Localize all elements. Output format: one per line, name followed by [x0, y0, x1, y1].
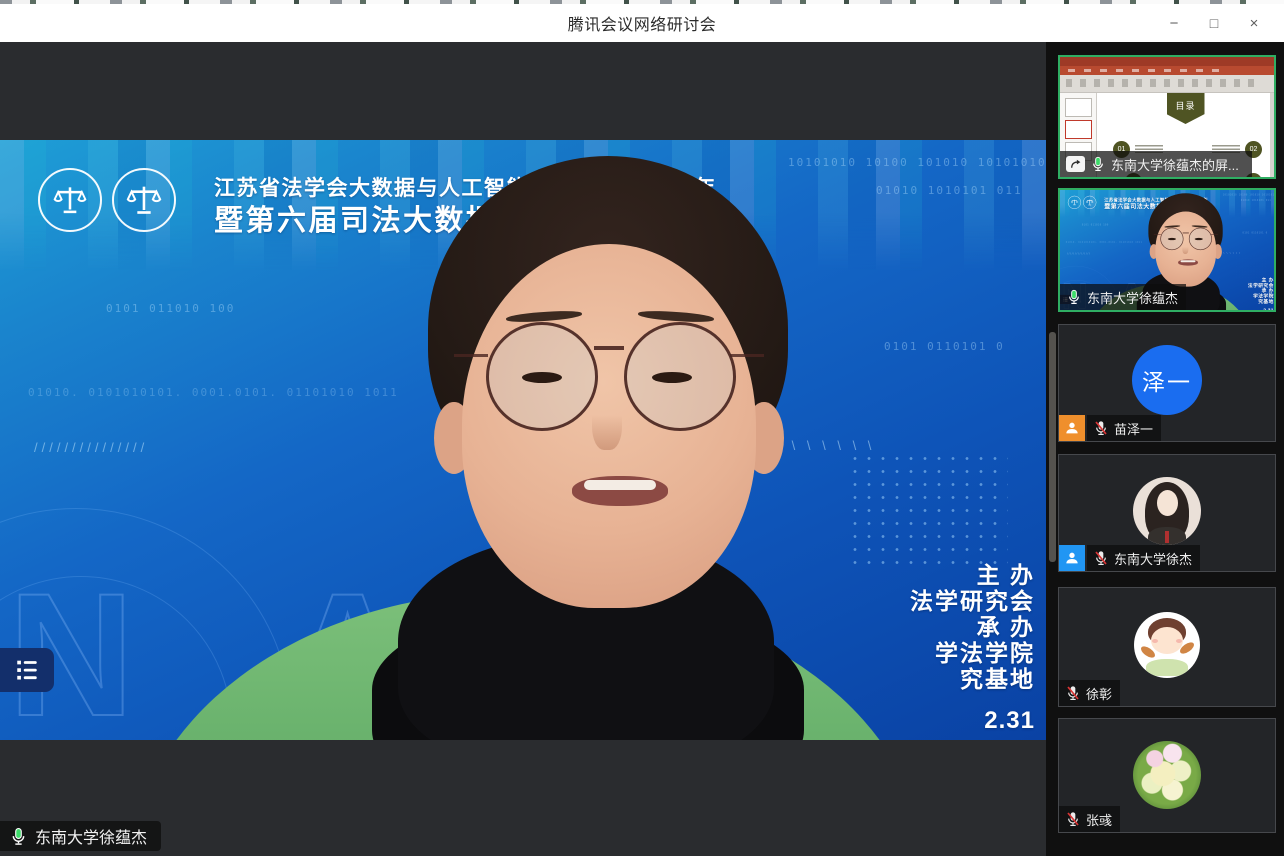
nose [1182, 242, 1188, 254]
glasses-arm [1154, 234, 1161, 235]
tile-participant[interactable]: 徐彰 [1058, 587, 1276, 707]
mic-muted-icon [1093, 550, 1109, 566]
speaker-video-feed: 10101010 10100 101010 10101010 01010100 … [0, 140, 1046, 740]
tile-name: 东南大学徐蕴杰的屏... [1111, 155, 1239, 174]
mic-active-icon [9, 827, 28, 846]
ppt-slide-thumb-selected [1065, 120, 1092, 139]
mic-active-icon [1066, 289, 1082, 305]
eye [1195, 238, 1203, 240]
glasses-bridge [594, 346, 624, 350]
tile-label: 徐彰 [1059, 680, 1120, 706]
window-controls: − □ × [1154, 4, 1274, 42]
ppt-ribbon-tabs [1060, 66, 1274, 75]
ppt-ribbon [1060, 75, 1274, 93]
tile-screen-share[interactable]: 目录 01 02 03 04 [1058, 55, 1276, 179]
tile-label: 东南大学徐蕴杰的屏... [1060, 151, 1252, 177]
mic-muted-icon [1065, 685, 1081, 701]
participants-sidebar: 目录 01 02 03 04 [1046, 42, 1284, 856]
toc-text [1212, 177, 1240, 179]
ppt-scrollbar [1270, 93, 1274, 177]
role-badge-orange [1059, 415, 1085, 441]
agenda-list-button[interactable] [0, 648, 54, 692]
close-button[interactable]: × [1234, 4, 1274, 42]
eye [1168, 238, 1176, 240]
person-icon [1064, 550, 1080, 566]
list-icon [14, 657, 40, 683]
tile-name: 徐彰 [1086, 684, 1112, 703]
window-title: 腾讯会议网络研讨会 [568, 11, 717, 35]
mic-active-icon [1090, 156, 1106, 172]
avatar-image [1133, 477, 1201, 545]
tile-name: 东南大学徐杰 [1114, 549, 1192, 568]
tile-name: 张彧 [1086, 810, 1112, 829]
mic-muted-icon [1065, 811, 1081, 827]
screen-share-icon [1066, 156, 1085, 172]
tile-label: 张彧 [1059, 806, 1120, 832]
eye [522, 372, 562, 383]
avatar-image [1133, 741, 1201, 809]
tile-participant[interactable]: 东南大学徐杰 [1058, 454, 1276, 572]
speaker-name-label: 东南大学徐蕴杰 [0, 821, 161, 851]
teeth [1181, 260, 1196, 262]
speaker-name: 东南大学徐蕴杰 [35, 824, 147, 848]
minimize-button[interactable]: − [1154, 4, 1194, 42]
mouth [1178, 259, 1198, 265]
toc-text [1147, 177, 1175, 179]
titlebar[interactable]: 腾讯会议网络研讨会 − □ × [0, 4, 1284, 42]
tile-name: 东南大学徐蕴杰 [1087, 288, 1178, 307]
avatar-image [1134, 612, 1200, 678]
tile-label: 东南大学徐杰 [1087, 545, 1200, 571]
tile-participant[interactable]: 泽一 苗泽一 [1058, 324, 1276, 442]
glasses-arm [454, 354, 488, 357]
tile-camera-speaker[interactable]: 10101010 10100 101010 10101010 01010100 … [1058, 188, 1276, 312]
glasses-arm [1211, 234, 1218, 235]
glasses-bridge [1183, 233, 1189, 234]
mouth [572, 476, 668, 506]
ppt-titlebar [1060, 57, 1274, 66]
avatar-initials: 泽一 [1132, 345, 1202, 415]
meeting-window: 腾讯会议网络研讨会 − □ × 10101010 10100 101010 10… [0, 0, 1284, 856]
teeth [584, 480, 656, 490]
tile-participant[interactable]: 张彧 [1058, 718, 1276, 833]
tile-name: 苗泽一 [1114, 419, 1153, 438]
eye [652, 372, 692, 383]
nose [592, 392, 622, 450]
person-icon [1064, 420, 1080, 436]
role-badge-blue [1059, 545, 1085, 571]
mic-muted-icon [1093, 420, 1109, 436]
ppt-slide-thumb [1065, 98, 1092, 117]
maximize-button[interactable]: □ [1194, 4, 1234, 42]
tile-label: 苗泽一 [1087, 415, 1161, 441]
toc-banner: 目录 [1167, 93, 1205, 124]
main-video-stage: 10101010 10100 101010 10101010 01010100 … [0, 42, 1046, 856]
glasses-arm [730, 354, 764, 357]
sidebar-scrollbar[interactable] [1049, 332, 1056, 562]
tile-label: 东南大学徐蕴杰 [1060, 284, 1186, 310]
speaker-person [0, 140, 1046, 740]
